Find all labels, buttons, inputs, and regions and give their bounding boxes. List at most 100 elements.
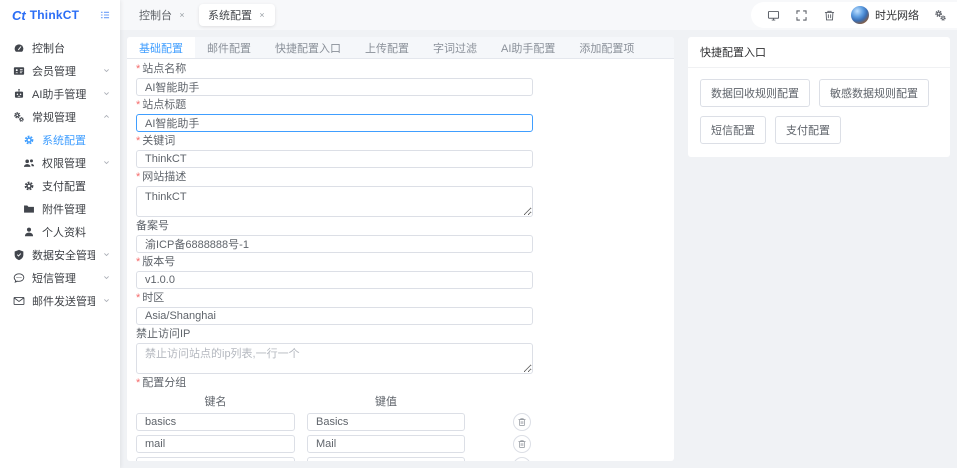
keywords-input[interactable]	[136, 150, 533, 168]
sidebar-item-label: 权限管理	[42, 157, 86, 170]
required-mark: *	[136, 292, 141, 304]
sidebar-item-label: 邮件发送管理	[32, 295, 95, 308]
sidebar-item-mail[interactable]: 邮件发送管理	[0, 289, 120, 312]
delete-row-button[interactable]	[513, 457, 531, 461]
group-key-input[interactable]	[136, 435, 295, 453]
tab-basic-config[interactable]: 基础配置	[127, 37, 195, 58]
avatar[interactable]	[851, 6, 869, 24]
field-keywords: * 关键词	[136, 136, 665, 168]
site-title-label: * 站点标题	[136, 100, 665, 111]
chevron-down-icon	[102, 66, 111, 75]
topbar-actions: 时光网络	[751, 2, 957, 28]
window-tab-system-config[interactable]: 系统配置	[199, 4, 275, 26]
clear-cache-trash-icon[interactable]	[823, 9, 836, 22]
sidebar-item-general[interactable]: 常规管理	[0, 105, 120, 128]
monitor-icon[interactable]	[767, 9, 780, 22]
icp-label: 备案号	[136, 221, 665, 232]
sidebar-item-data-security[interactable]: 数据安全管理	[0, 243, 120, 266]
chevron-down-icon	[102, 250, 111, 259]
sidebar-item-ai-assistant[interactable]: AI助手管理	[0, 82, 120, 105]
sidebar-item-payment-config[interactable]: 支付配置	[0, 174, 120, 197]
tab-upload-config[interactable]: 上传配置	[353, 37, 421, 58]
label-text: 禁止访问IP	[136, 328, 191, 340]
tab-add-config-item[interactable]: 添加配置项	[567, 37, 646, 58]
topbar: 控制台 系统配置 时光网络	[120, 0, 957, 30]
required-mark: *	[136, 135, 141, 147]
sidebar-item-system-config[interactable]: 系统配置	[0, 128, 120, 151]
label-text: 站点名称	[142, 63, 187, 75]
sidebar-item-label: 常规管理	[32, 111, 76, 124]
label-text: 网站描述	[142, 171, 187, 183]
key-column-header: 键名	[204, 396, 227, 408]
sidebar-menu: 控制台 会员管理 AI助手管理 常规管理 系统配置 权限管理 支付配置 附件管理…	[0, 30, 120, 312]
chevron-down-icon	[102, 296, 111, 305]
value-column-header: 键值	[375, 396, 397, 408]
version-input[interactable]	[136, 271, 533, 289]
trash-icon	[517, 439, 527, 449]
site-description-textarea[interactable]: ThinkCT	[136, 186, 533, 217]
group-value-input[interactable]	[307, 413, 465, 431]
sidebar-item-members[interactable]: 会员管理	[0, 59, 120, 82]
field-icp: 备案号	[136, 221, 665, 253]
close-icon[interactable]	[178, 11, 186, 19]
sidebar-item-label: AI助手管理	[32, 88, 87, 101]
quick-btn-sms-config[interactable]: 短信配置	[700, 116, 766, 144]
sidebar-item-sms[interactable]: 短信管理	[0, 266, 120, 289]
sidebar-collapse-icon[interactable]	[99, 9, 111, 21]
icp-input[interactable]	[136, 235, 533, 253]
sidebar-item-profile[interactable]: 个人资料	[0, 220, 120, 243]
group-key-input[interactable]	[136, 413, 295, 431]
label-text: 配置分组	[142, 377, 187, 389]
fullscreen-icon[interactable]	[795, 9, 808, 22]
field-version: * 版本号	[136, 257, 665, 289]
quick-btn-data-recycle-rules[interactable]: 数据回收规则配置	[700, 79, 810, 107]
site-name-input[interactable]	[136, 78, 533, 96]
quick-panel-title: 快捷配置入口	[688, 37, 950, 68]
group-value-input[interactable]	[307, 435, 465, 453]
banned-ip-label: 禁止访问IP	[136, 329, 665, 340]
chevron-down-icon	[102, 158, 111, 167]
settings-gears-icon[interactable]	[934, 9, 947, 22]
site-title-input[interactable]	[136, 114, 533, 132]
delete-row-button[interactable]	[513, 413, 531, 431]
label-text: 站点标题	[142, 99, 187, 111]
tab-ai-assistant-config[interactable]: AI助手配置	[489, 37, 567, 58]
timezone-label: * 时区	[136, 293, 665, 304]
logo-mark: Ct	[12, 7, 26, 23]
sidebar-item-permissions[interactable]: 权限管理	[0, 151, 120, 174]
config-group-row	[136, 413, 665, 431]
group-key-input[interactable]	[136, 457, 295, 461]
field-timezone: * 时区	[136, 293, 665, 325]
gear-icon	[23, 134, 35, 146]
window-tab-label: 控制台	[139, 10, 172, 22]
banned-ip-textarea[interactable]	[136, 343, 533, 374]
field-site-title: * 站点标题	[136, 100, 665, 132]
sidebar-item-dashboard[interactable]: 控制台	[0, 36, 120, 59]
sidebar-item-label: 附件管理	[42, 203, 86, 216]
user-name[interactable]: 时光网络	[875, 7, 919, 23]
window-tab-dashboard[interactable]: 控制台	[130, 4, 195, 26]
quick-btn-payment-config[interactable]: 支付配置	[775, 116, 841, 144]
app-root: Ct ThinkCT 控制台 会员管理 AI助手管理 常规管理 系统配置 权限管…	[0, 0, 957, 468]
chevron-up-icon	[102, 112, 111, 121]
tab-quick-entry-config[interactable]: 快捷配置入口	[263, 37, 353, 58]
version-label: * 版本号	[136, 257, 665, 268]
label-text: 关键词	[142, 135, 176, 147]
site-name-label: * 站点名称	[136, 64, 665, 75]
field-site-name: * 站点名称	[136, 64, 665, 96]
sidebar-item-attachments[interactable]: 附件管理	[0, 197, 120, 220]
required-mark: *	[136, 63, 141, 75]
required-mark: *	[136, 377, 141, 389]
chevron-down-icon	[102, 273, 111, 282]
quick-btn-sensitive-data-rules[interactable]: 敏感数据规则配置	[819, 79, 929, 107]
folder-icon	[23, 203, 35, 215]
group-value-input[interactable]	[307, 457, 465, 461]
users-icon	[23, 157, 35, 169]
quick-panel-buttons: 数据回收规则配置 敏感数据规则配置 短信配置 支付配置	[688, 68, 950, 157]
label-text: 备案号	[136, 220, 169, 232]
tab-mail-config[interactable]: 邮件配置	[195, 37, 263, 58]
delete-row-button[interactable]	[513, 435, 531, 453]
close-icon[interactable]	[258, 11, 266, 19]
timezone-input[interactable]	[136, 307, 533, 325]
tab-word-filter[interactable]: 字词过滤	[421, 37, 489, 58]
